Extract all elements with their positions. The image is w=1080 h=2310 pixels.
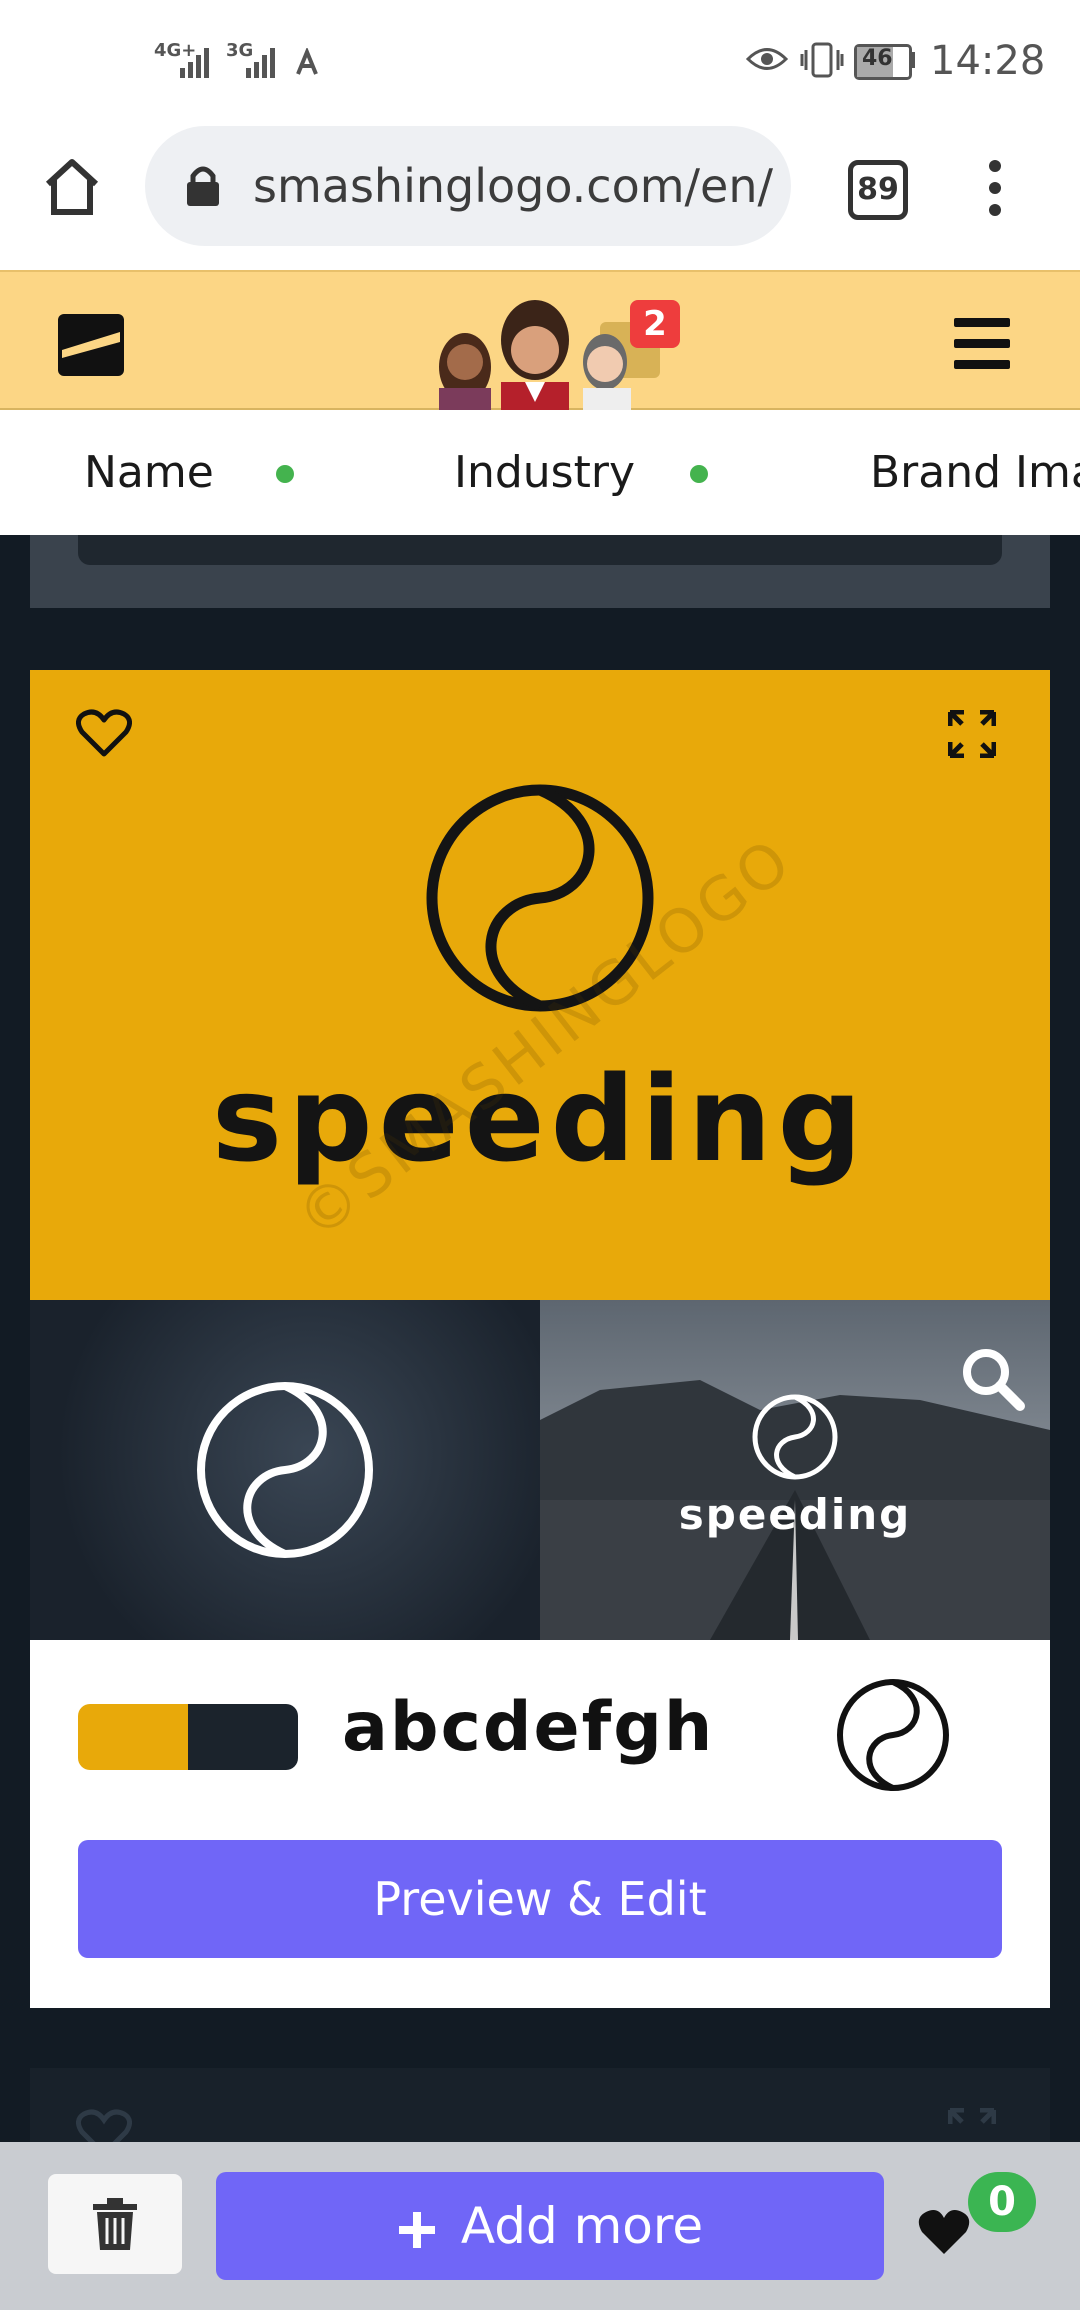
color-swatch-primary	[78, 1704, 188, 1770]
filter-tab-brand-image[interactable]: Brand Ima	[870, 410, 1080, 535]
plus-icon	[398, 2211, 435, 2248]
status-bar: 4G+ 3G 46 14:28	[0, 0, 1080, 120]
logo-symbol-icon	[837, 1679, 949, 1791]
filter-status-dot	[690, 465, 708, 483]
smashinglogo-logo[interactable]	[58, 314, 124, 376]
logo-card: speeding ©SMASHINGLOGO speeding abcdefgh	[30, 670, 1050, 2008]
heart-outline-icon[interactable]	[76, 708, 132, 758]
delete-button[interactable]	[48, 2174, 182, 2274]
brand-name-text: speeding	[678, 1490, 912, 1539]
logo-preview-photo[interactable]: speeding	[540, 1300, 1050, 1640]
notification-badge[interactable]: 2	[630, 300, 680, 348]
address-bar[interactable]: smashinglogo.com/en/lc	[145, 126, 791, 246]
search-zoom-icon[interactable]	[960, 1346, 1026, 1412]
fullscreen-icon[interactable]	[948, 710, 996, 758]
more-options-icon[interactable]	[980, 158, 1010, 218]
tab-switcher-button[interactable]: 89	[848, 160, 908, 220]
font-sample: abcdefgh	[342, 1688, 715, 1767]
lock-icon	[187, 166, 219, 206]
hamburger-menu-icon[interactable]	[954, 318, 1010, 370]
logo-preview-main[interactable]: speeding ©SMASHINGLOGO	[30, 670, 1050, 1300]
home-icon[interactable]	[40, 154, 104, 218]
logo-info-panel: abcdefgh Preview & Edit	[30, 1640, 1050, 2008]
filter-tabs: Name Industry Brand Ima	[0, 410, 1080, 535]
logo-preview-dark[interactable]	[30, 1300, 540, 1640]
color-swatch-secondary	[188, 1704, 298, 1770]
signal-icon	[246, 48, 275, 78]
add-more-button[interactable]: Add more	[216, 2172, 884, 2280]
heart-filled-icon[interactable]	[918, 2208, 970, 2256]
add-more-label: Add more	[460, 2197, 704, 2255]
designers-avatars	[439, 300, 660, 412]
logo-symbol-icon	[197, 1382, 373, 1558]
filter-tab-industry[interactable]: Industry	[454, 410, 635, 535]
favorites-count-badge: 0	[968, 2172, 1036, 2232]
url-text: smashinglogo.com/en/lc	[253, 159, 773, 213]
previous-card-button	[78, 535, 1002, 565]
browser-toolbar: smashinglogo.com/en/lc 89	[0, 120, 1080, 270]
filter-tab-name[interactable]: Name	[84, 410, 214, 535]
eye-icon	[746, 48, 788, 70]
logo-symbol-icon	[752, 1394, 838, 1480]
trash-icon	[93, 2198, 137, 2250]
filter-status-dot	[276, 465, 294, 483]
bottom-action-bar: Add more 0	[0, 2142, 1080, 2310]
battery-tip	[910, 52, 915, 68]
accessibility-icon	[296, 48, 318, 75]
vibrate-icon	[800, 42, 844, 78]
site-header: 2	[0, 270, 1080, 412]
signal-icon	[180, 48, 209, 78]
battery-level: 46	[862, 46, 893, 71]
clock: 14:28	[930, 38, 1046, 84]
preview-edit-button[interactable]: Preview & Edit	[78, 1840, 1002, 1958]
